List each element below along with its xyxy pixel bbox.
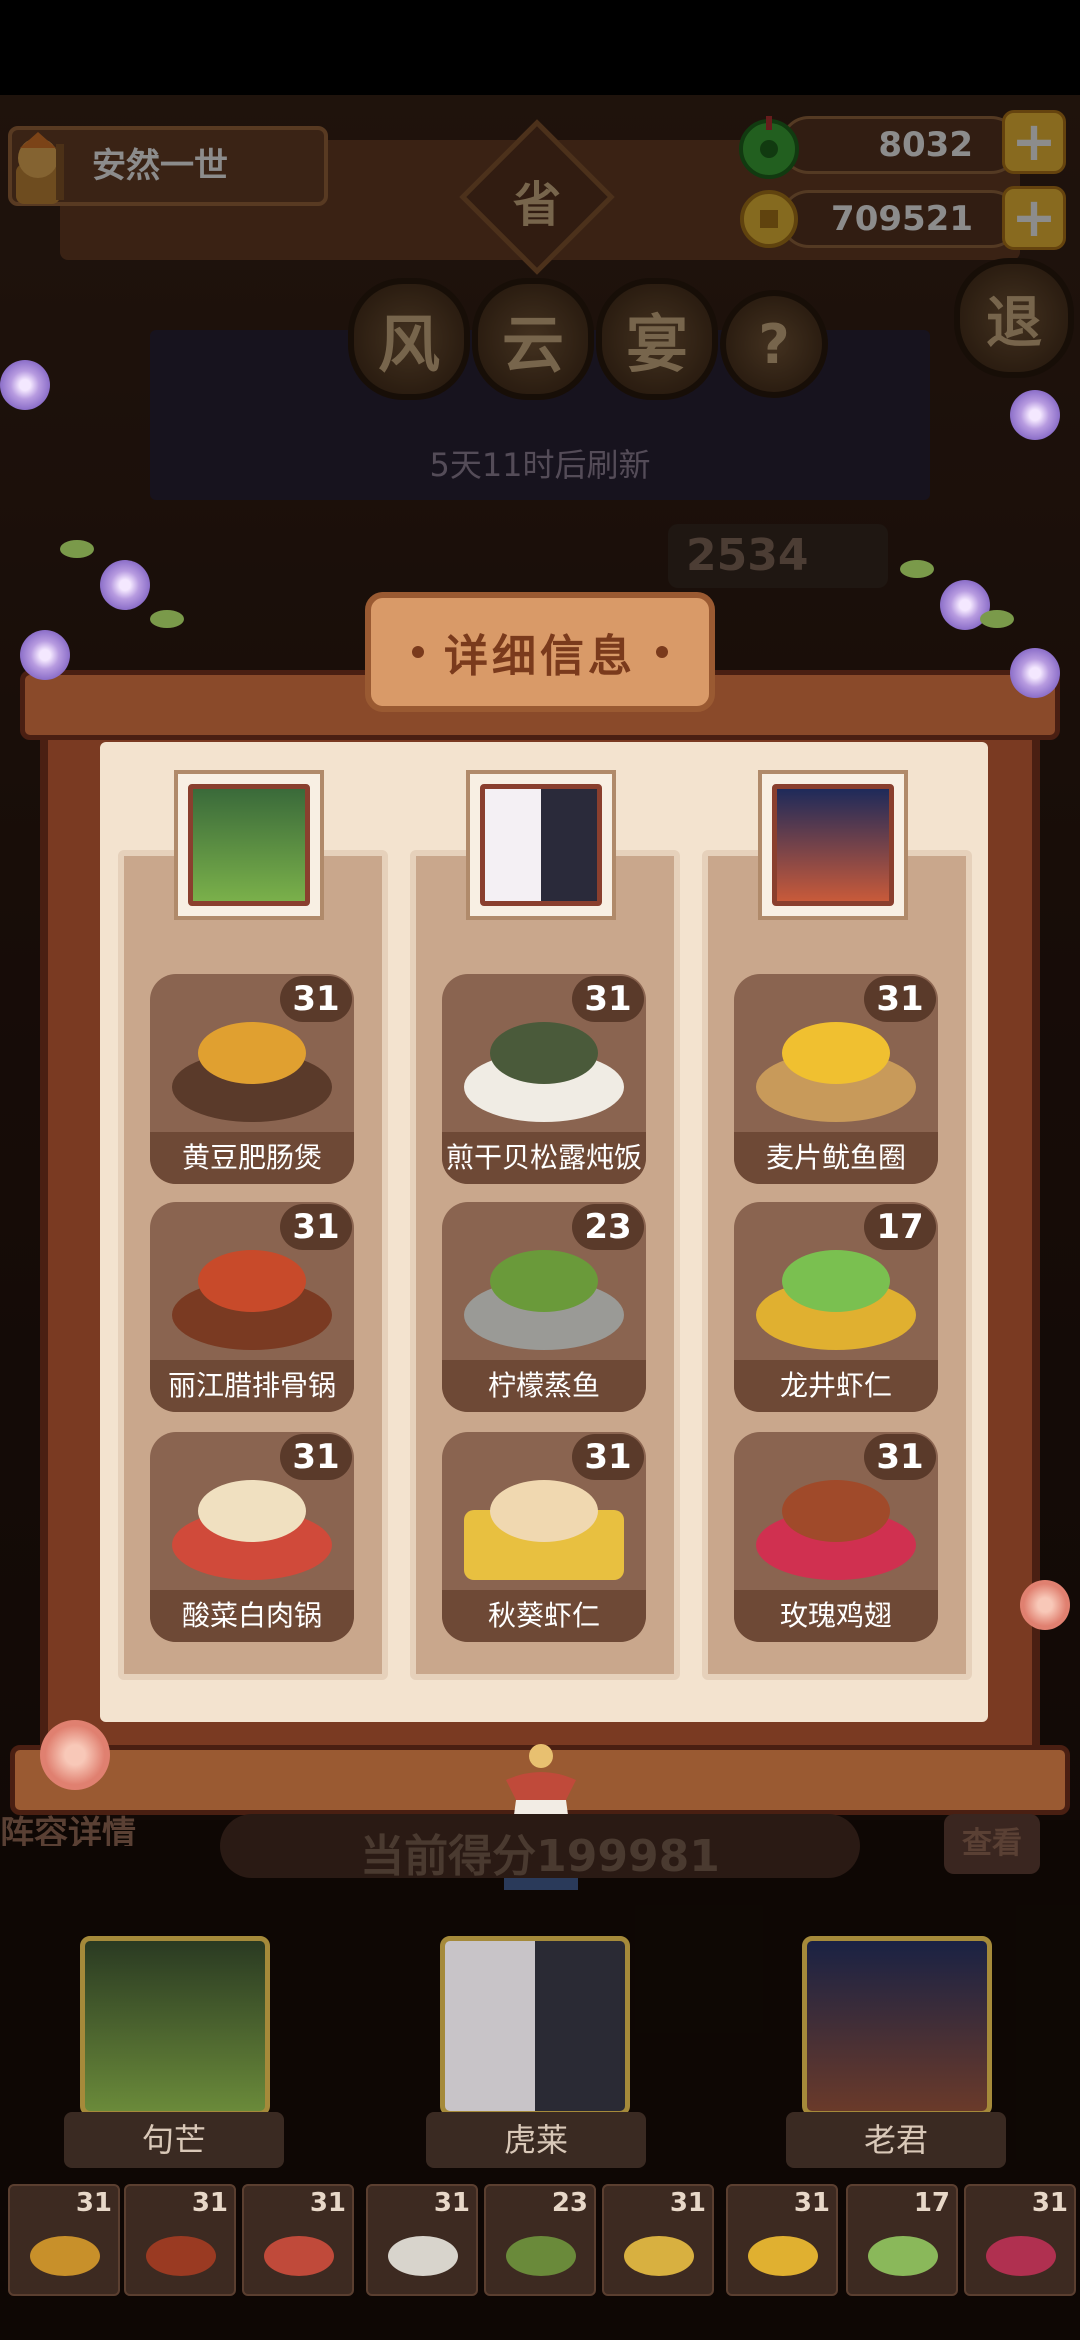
mini-dish-count: 31: [309, 2188, 346, 2218]
dish-count: 17: [864, 1204, 936, 1250]
dish-card[interactable]: 23 柠檬蒸鱼: [442, 1202, 646, 1412]
dish-name: 煎干贝松露炖饭: [442, 1132, 646, 1184]
view-button[interactable]: 查看: [944, 1814, 1040, 1874]
dish-name: 柠檬蒸鱼: [442, 1360, 646, 1412]
dish-count: 31: [280, 1434, 352, 1480]
chef-portrait-3: [758, 770, 908, 920]
dish-name: 秋葵虾仁: [442, 1590, 646, 1642]
dish-name: 麦片鱿鱼圈: [734, 1132, 938, 1184]
dish-food-icon: [490, 1022, 598, 1084]
leaf-icon: [900, 560, 934, 578]
dish-card[interactable]: 31 丽江腊排骨锅: [150, 1202, 354, 1412]
dish-food-icon: [264, 2236, 334, 2276]
dish-count: 31: [280, 976, 352, 1022]
blossom-icon: [40, 1720, 110, 1790]
dish-food-icon: [198, 1250, 306, 1312]
chef-laojun-icon: [772, 784, 894, 906]
dish-count: 31: [572, 1434, 644, 1480]
chef-hulai-icon: [480, 784, 602, 906]
dish-card[interactable]: 17 龙井虾仁: [734, 1202, 938, 1412]
mini-dish-count: 31: [669, 2188, 706, 2218]
dish-name: 黄豆肥肠煲: [150, 1132, 354, 1184]
mini-dish-count: 31: [793, 2188, 830, 2218]
dish-food-icon: [30, 2236, 100, 2276]
dish-card[interactable]: 31 秋葵虾仁: [442, 1432, 646, 1642]
dish-count: 31: [280, 1204, 352, 1250]
mini-dish-slot[interactable]: 31: [602, 2184, 714, 2296]
hero-juemang-icon[interactable]: [80, 1936, 270, 2116]
chef-juemang-icon: [188, 784, 310, 906]
mini-dish-count: 31: [191, 2188, 228, 2218]
dish-count: 23: [572, 1204, 644, 1250]
dish-card[interactable]: 31 酸菜白肉锅: [150, 1432, 354, 1642]
flower-icon: [0, 360, 50, 410]
hero-laojun-icon[interactable]: [802, 1936, 992, 2116]
chef-portrait-1: [174, 770, 324, 920]
flower-icon: [1010, 390, 1060, 440]
mini-dish-count: 31: [1031, 2188, 1068, 2218]
mini-dish-slot[interactable]: 31: [964, 2184, 1076, 2296]
leaf-icon: [60, 540, 94, 558]
dish-card[interactable]: 31 黄豆肥肠煲: [150, 974, 354, 1184]
dish-name: 丽江腊排骨锅: [150, 1360, 354, 1412]
mini-dish-slot[interactable]: 23: [484, 2184, 596, 2296]
dish-food-icon: [490, 1250, 598, 1312]
dish-card[interactable]: 31 玫瑰鸡翅: [734, 1432, 938, 1642]
dish-count: 31: [572, 976, 644, 1022]
blossom-icon: [1020, 1580, 1070, 1630]
dish-food-icon: [490, 1480, 598, 1542]
leaf-icon: [980, 610, 1014, 628]
dish-count: 31: [864, 1434, 936, 1480]
mini-dish-slot[interactable]: 17: [846, 2184, 958, 2296]
flower-icon: [20, 630, 70, 680]
title-dot-left: [412, 646, 424, 658]
dish-name: 龙井虾仁: [734, 1360, 938, 1412]
dish-food-icon: [198, 1022, 306, 1084]
dish-food-icon: [506, 2236, 576, 2276]
dish-food-icon: [868, 2236, 938, 2276]
dish-food-icon: [782, 1022, 890, 1084]
mini-dish-slot[interactable]: 31: [242, 2184, 354, 2296]
dish-food-icon: [388, 2236, 458, 2276]
flower-icon: [1010, 648, 1060, 698]
dish-food-icon: [986, 2236, 1056, 2276]
hero-name: 句芒: [64, 2112, 284, 2168]
hero-hulai-icon[interactable]: [440, 1936, 630, 2116]
mini-dish-count: 17: [913, 2188, 950, 2218]
flower-icon: [100, 560, 150, 610]
dish-food-icon: [782, 1250, 890, 1312]
hero-name: 老君: [786, 2112, 1006, 2168]
dish-food-icon: [146, 2236, 216, 2276]
mini-dish-slot[interactable]: 31: [726, 2184, 838, 2296]
dish-food-icon: [624, 2236, 694, 2276]
dish-food-icon: [198, 1480, 306, 1542]
dish-food-icon: [748, 2236, 818, 2276]
mini-dish-slot[interactable]: 31: [366, 2184, 478, 2296]
mini-dish-count: 31: [75, 2188, 112, 2218]
dish-count: 31: [864, 976, 936, 1022]
panel-title: 详细信息: [444, 631, 636, 682]
dish-card[interactable]: 31 煎干贝松露炖饭: [442, 974, 646, 1184]
hero-name: 虎莱: [426, 2112, 646, 2168]
chef-portrait-2: [466, 770, 616, 920]
dish-card[interactable]: 31 麦片鱿鱼圈: [734, 974, 938, 1184]
leaf-icon: [150, 610, 184, 628]
title-dot-right: [656, 646, 668, 658]
mini-dish-count: 31: [433, 2188, 470, 2218]
panel-title-plate: 详细信息: [365, 592, 715, 712]
mini-dish-slot[interactable]: 31: [124, 2184, 236, 2296]
current-score: 当前得分199981: [360, 1831, 720, 1882]
dish-name: 酸菜白肉锅: [150, 1590, 354, 1642]
dish-name: 玫瑰鸡翅: [734, 1590, 938, 1642]
mini-dish-count: 23: [551, 2188, 588, 2218]
lineup-details-button[interactable]: 阵容详情: [0, 1806, 150, 1846]
dish-food-icon: [782, 1480, 890, 1542]
mini-dish-slot[interactable]: 31: [8, 2184, 120, 2296]
